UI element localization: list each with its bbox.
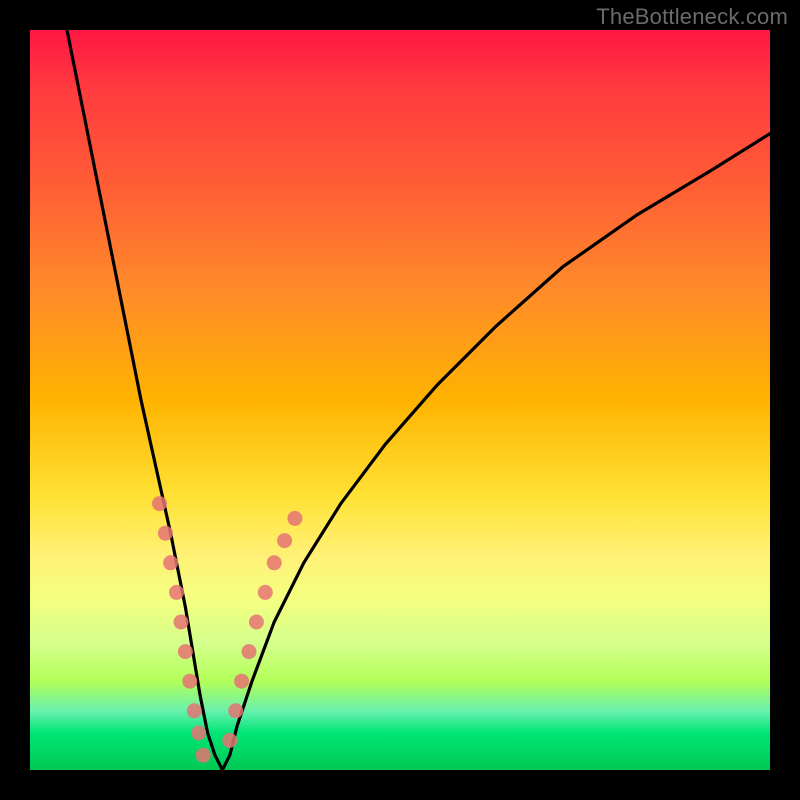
watermark-text: TheBottleneck.com (596, 4, 788, 30)
marker-dot (196, 748, 211, 763)
marker-dot (187, 703, 202, 718)
marker-dot (152, 496, 167, 511)
bottleneck-curve (67, 30, 770, 770)
curve-svg (30, 30, 770, 770)
chart-frame: TheBottleneck.com (0, 0, 800, 800)
marker-cluster-right (222, 511, 302, 748)
marker-dot (191, 726, 206, 741)
marker-dot (158, 526, 173, 541)
marker-dot (178, 644, 193, 659)
marker-cluster-left (152, 496, 211, 763)
marker-dot (287, 511, 302, 526)
marker-dot (242, 644, 257, 659)
marker-dot (222, 733, 237, 748)
marker-dot (258, 585, 273, 600)
marker-dot (169, 585, 184, 600)
marker-dot (277, 533, 292, 548)
marker-dot (234, 674, 249, 689)
plot-area (30, 30, 770, 770)
marker-dot (228, 703, 243, 718)
marker-dot (182, 674, 197, 689)
marker-dot (267, 555, 282, 570)
marker-dot (249, 615, 264, 630)
marker-dot (163, 555, 178, 570)
marker-dot (174, 615, 189, 630)
